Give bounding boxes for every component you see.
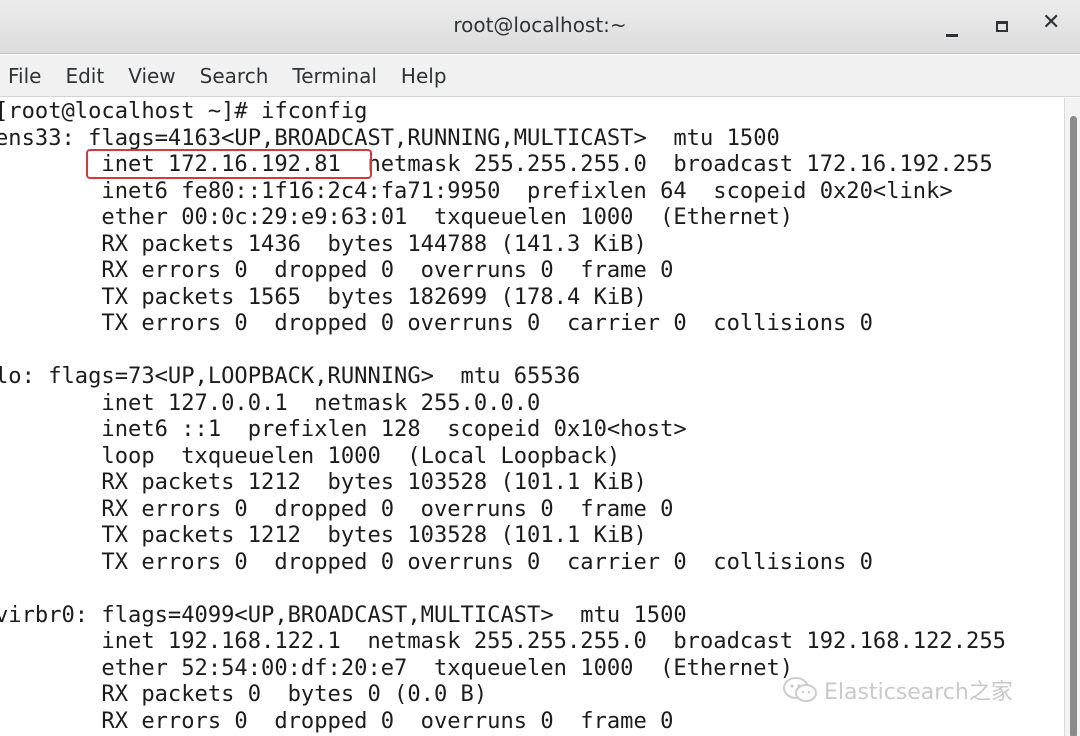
terminal-line: lo: flags=73<UP,LOOPBACK,RUNNING> mtu 65… xyxy=(0,363,581,389)
terminal-line: ens33: flags=4163<UP,BROADCAST,RUNNING,M… xyxy=(0,124,780,151)
watermark-text: Elasticsearch之家 xyxy=(824,680,1013,705)
maximize-button[interactable] xyxy=(988,12,1018,42)
terminal-line: TX errors 0 dropped 0 overruns 0 carrier… xyxy=(0,548,873,575)
close-button[interactable]: ✕ xyxy=(1038,10,1068,42)
ip-address-highlight xyxy=(86,149,372,179)
menu-file[interactable]: File xyxy=(0,56,53,96)
terminal-line: RX packets 1436 bytes 144788 (141.3 KiB) xyxy=(0,230,647,257)
terminal-line: RX errors 0 dropped 0 overruns 0 frame 0 xyxy=(0,257,674,283)
terminal-line: RX errors 0 dropped 0 overruns 0 frame 0 xyxy=(0,707,674,734)
menu-view[interactable]: View xyxy=(116,56,187,96)
terminal-line: inet 127.0.0.1 netmask 255.0.0.0 xyxy=(0,389,541,416)
menu-search[interactable]: Search xyxy=(188,56,281,96)
vertical-scrollbar[interactable] xyxy=(1064,98,1080,736)
watermark: Elasticsearch之家 xyxy=(782,675,1013,705)
window-title: root@localhost:~ xyxy=(453,13,627,37)
terminal-line: inet 192.168.122.1 netmask 255.255.255.0… xyxy=(0,628,1006,654)
menu-terminal[interactable]: Terminal xyxy=(280,56,389,96)
terminal-line: loop txqueuelen 1000 (Local Loopback) xyxy=(0,442,621,469)
terminal-line: TX packets 1212 bytes 103528 (101.1 KiB) xyxy=(0,522,647,548)
terminal-output: [root@localhost ~]# ifconfig ens33: flags… xyxy=(0,98,1006,734)
terminal-area[interactable]: [root@localhost ~]# ifconfig ens33: flags… xyxy=(0,98,1064,736)
menu-bar: File Edit View Search Terminal Help xyxy=(0,55,1080,97)
terminal-line: inet6 ::1 prefixlen 128 scopeid 0x10<hos… xyxy=(0,416,687,442)
terminal-line: [root@localhost ~]# ifconfig xyxy=(0,98,368,124)
menu-edit[interactable]: Edit xyxy=(53,56,116,96)
minimize-button[interactable] xyxy=(938,12,968,42)
terminal-line: TX errors 0 dropped 0 overruns 0 carrier… xyxy=(0,310,873,336)
scrollbar-thumb[interactable] xyxy=(1070,116,1077,736)
close-icon: ✕ xyxy=(1042,10,1061,35)
terminal-line: inet6 fe80::1f16:2c4:fa71:9950 prefixlen… xyxy=(0,177,953,204)
window-titlebar[interactable]: root@localhost:~ ✕ xyxy=(0,0,1080,54)
maximize-icon xyxy=(996,21,1008,32)
wechat-icon xyxy=(783,677,817,702)
terminal-line: virbr0: flags=4099<UP,BROADCAST,MULTICAS… xyxy=(0,601,687,628)
terminal-line: RX packets 1212 bytes 103528 (101.1 KiB) xyxy=(0,469,647,495)
menu-help[interactable]: Help xyxy=(389,56,459,96)
terminal-line: RX errors 0 dropped 0 overruns 0 frame 0 xyxy=(0,495,674,522)
terminal-line: ether 00:0c:29:e9:63:01 txqueuelen 1000 … xyxy=(0,204,794,230)
terminal-line: TX packets 1565 bytes 182699 (178.4 KiB) xyxy=(0,283,647,310)
minimize-icon xyxy=(946,34,958,37)
